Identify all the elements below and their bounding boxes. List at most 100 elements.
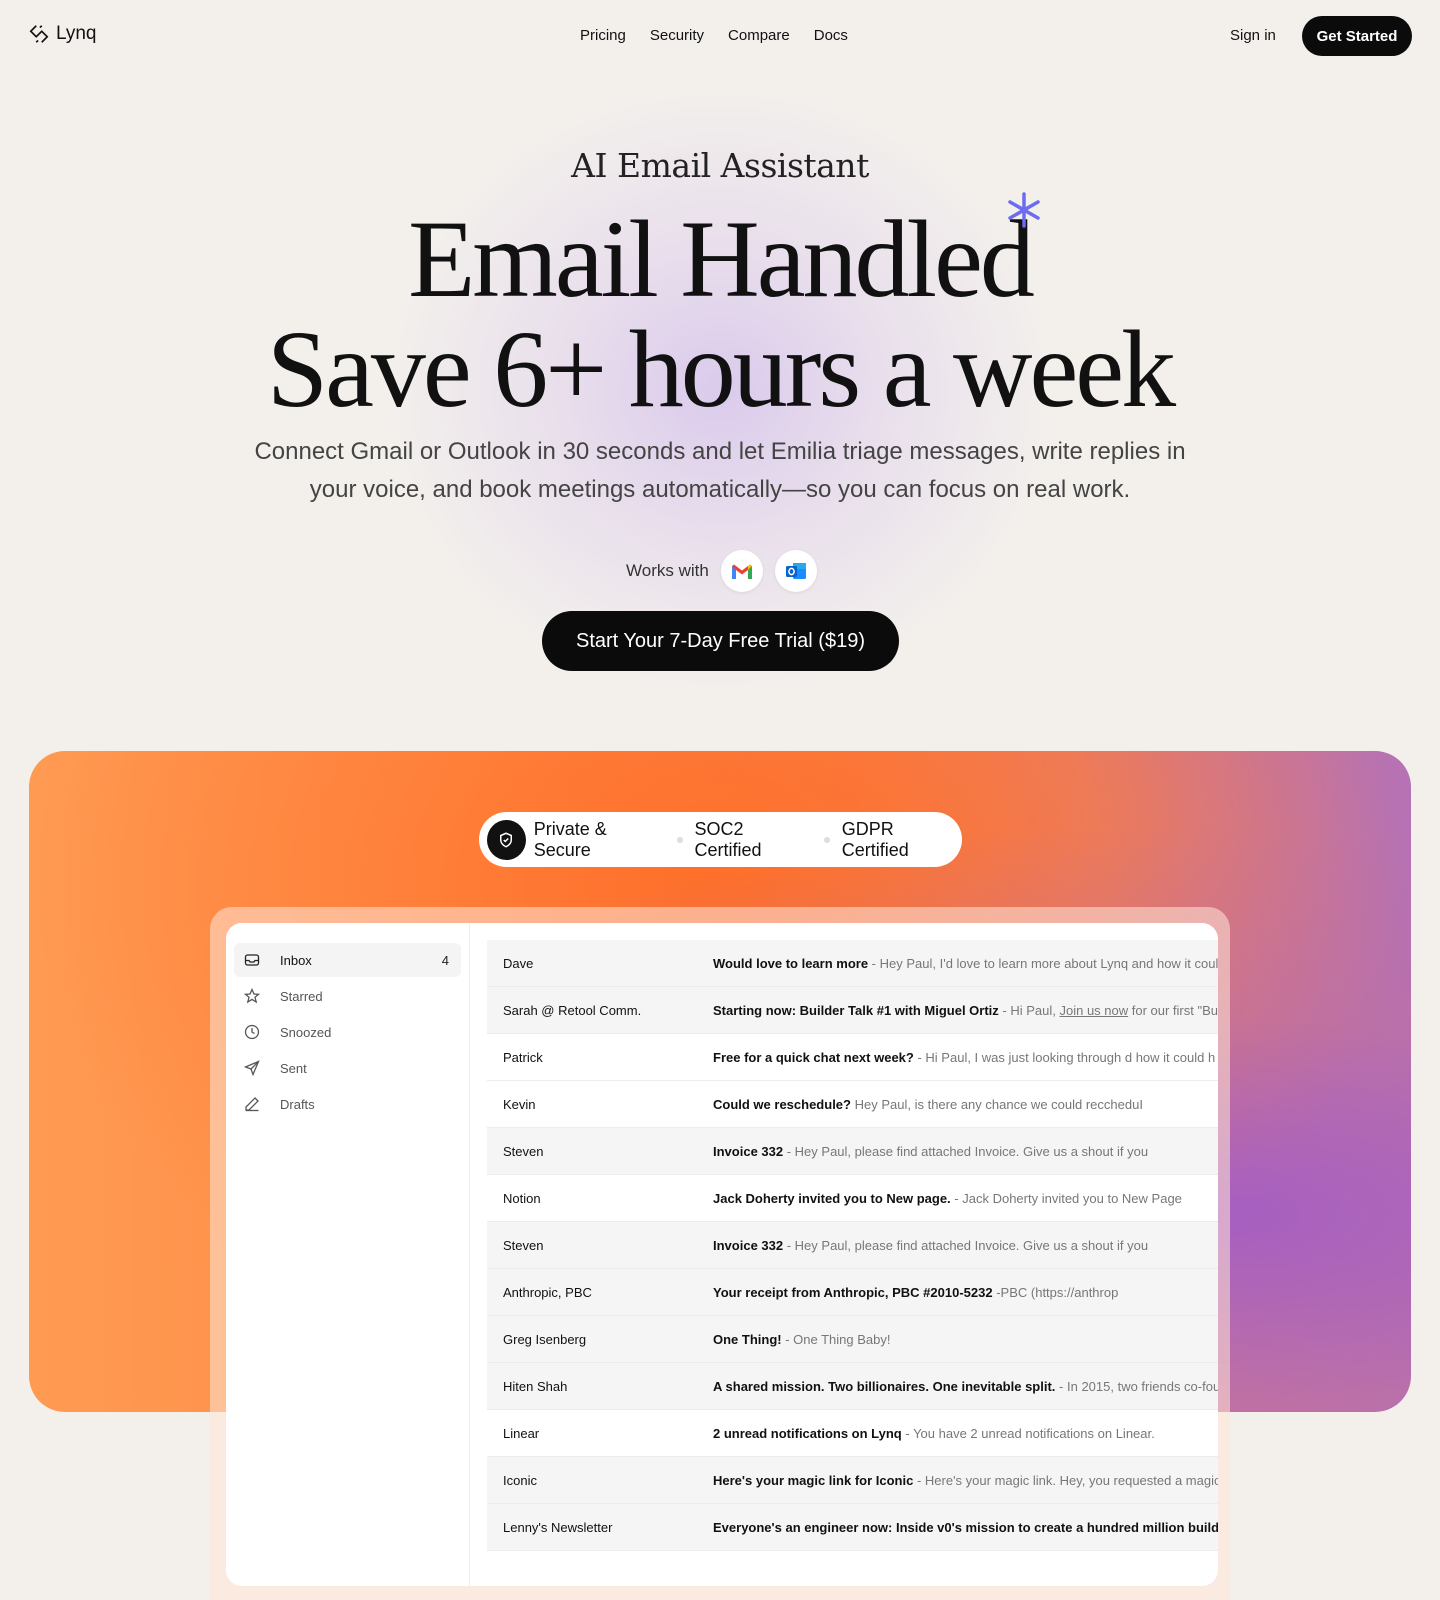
email-summary: Could we reschedule? Hey Paul, is there … (713, 1097, 1218, 1112)
email-preview: In 2015, two friends co-foun (1066, 1378, 1218, 1394)
join-us-link[interactable]: Join us now (1059, 1003, 1128, 1018)
email-subject: One Thing! (713, 1331, 782, 1347)
nav-link-security[interactable]: Security (650, 27, 704, 44)
works-with-label: Works with (626, 561, 709, 580)
email-summary: Your receipt from Anthropic, PBC #2010-5… (713, 1285, 1218, 1300)
email-subject: Free for a quick chat next week? (713, 1049, 914, 1065)
sidebar-item-sent[interactable]: Sent (234, 1051, 461, 1085)
email-subject: Could we reschedule? (713, 1096, 851, 1112)
email-separator: - (783, 1143, 795, 1159)
email-list: Dave Would love to learn more - Hey Paul… (487, 940, 1218, 1551)
trust-item-soc2: SOC2 Certified (694, 818, 762, 860)
email-separator: - (1055, 1378, 1067, 1394)
email-row[interactable]: Hiten Shah A shared mission. Two billion… (487, 1363, 1218, 1410)
sidebar-item-snoozed[interactable]: Snoozed (234, 1015, 461, 1049)
email-subject: A shared mission. Two billionaires. One … (713, 1378, 1056, 1394)
sidebar-item-label: Starred (280, 988, 323, 1004)
email-separator: - (868, 955, 880, 971)
sidebar-item-drafts[interactable]: Drafts (234, 1087, 461, 1121)
brand-logo[interactable]: Lynq (28, 22, 97, 46)
email-preview-after: for our first "Bui (1128, 1002, 1218, 1018)
get-started-button[interactable]: Get Started (1302, 16, 1412, 56)
email-sender: Sarah @ Retool Comm. (503, 1002, 642, 1018)
email-separator: - (992, 1284, 1001, 1300)
gmail-icon (720, 550, 763, 592)
email-separator: - (781, 1331, 794, 1347)
email-row[interactable]: Kevin Could we reschedule? Hey Paul, is … (487, 1081, 1218, 1128)
hero-eyebrow: AI Email Assistant (571, 146, 869, 185)
email-preview: Here's your magic link. Hey, you request… (924, 1472, 1218, 1488)
nav-link-pricing[interactable]: Pricing (580, 27, 626, 44)
hero-headline-2: Save 6+ hours a week (266, 308, 1176, 430)
email-row[interactable]: Anthropic, PBC Your receipt from Anthrop… (487, 1269, 1218, 1316)
email-preview: Jack Doherty invited you to New Page (962, 1190, 1182, 1206)
email-separator: - (901, 1425, 914, 1441)
start-trial-button[interactable]: Start Your 7-Day Free Trial ($19) (542, 611, 899, 671)
email-app-mock: Inbox 4 Starred Snoozed Sent Drafts Dave… (226, 923, 1218, 1586)
email-summary: Would love to learn more - Hey Paul, I'd… (713, 956, 1218, 971)
email-sender: Kevin (503, 1096, 536, 1112)
email-row[interactable]: Patrick Free for a quick chat next week?… (487, 1034, 1218, 1081)
email-summary: One Thing! - One Thing Baby! (713, 1332, 1218, 1347)
email-sender: Steven (503, 1143, 544, 1159)
email-row[interactable]: Steven Invoice 332 - Hey Paul, please fi… (487, 1128, 1218, 1175)
email-subject: 2 unread notifications on Lynq (713, 1425, 902, 1441)
email-row[interactable]: Dave Would love to learn more - Hey Paul… (487, 940, 1218, 987)
email-summary: A shared mission. Two billionaires. One … (713, 1379, 1218, 1394)
email-summary: Free for a quick chat next week? - Hi Pa… (713, 1050, 1218, 1065)
lynq-logo-icon (29, 25, 49, 43)
email-summary: 2 unread notifications on Lynq - You hav… (713, 1426, 1218, 1441)
pencil-icon (245, 1097, 259, 1112)
email-preview: You have 2 unread notifications on Linea… (913, 1425, 1155, 1441)
email-separator: - (950, 1190, 963, 1206)
separator-dot (676, 836, 683, 843)
email-sender: Iconic (503, 1472, 537, 1488)
email-preview: One Thing Baby! (793, 1331, 891, 1347)
email-summary: Invoice 332 - Hey Paul, please find atta… (713, 1238, 1218, 1253)
sidebar-item-label: Sent (280, 1060, 307, 1076)
email-subject: Here's your magic link for Iconic (713, 1472, 914, 1488)
nav-link-compare[interactable]: Compare (728, 27, 790, 44)
email-row[interactable]: Linear 2 unread notifications on Lynq - … (487, 1410, 1218, 1457)
email-subject: Jack Doherty invited you to New page. (713, 1190, 951, 1206)
trust-item-gdpr: GDPR Certified (841, 818, 909, 860)
sidebar-item-starred[interactable]: Starred (234, 979, 461, 1013)
mail-sidebar: Inbox 4 Starred Snoozed Sent Drafts (226, 923, 470, 1586)
hero-subhead-line-1: Connect Gmail or Outlook in 30 seconds a… (254, 438, 1186, 465)
email-row[interactable]: Lenny's Newsletter Everyone's an enginee… (487, 1504, 1218, 1551)
email-separator: - (783, 1237, 795, 1253)
email-sender: Patrick (503, 1049, 543, 1065)
sidebar-item-label: Snoozed (280, 1024, 332, 1040)
trust-item-private: Private & Secure (533, 818, 607, 860)
email-summary: Starting now: Builder Talk #1 with Migue… (713, 1003, 1218, 1018)
email-subject: Would love to learn more (713, 955, 869, 971)
email-row[interactable]: Sarah @ Retool Comm. Starting now: Build… (487, 987, 1218, 1034)
email-sender: Linear (503, 1425, 540, 1441)
send-icon (244, 1060, 260, 1076)
email-preview: Hey Paul, please find attached Invoice. … (794, 1143, 1149, 1159)
star-icon (244, 988, 260, 1004)
inbox-icon (244, 954, 260, 966)
nav-links: Pricing Security Compare Docs (580, 27, 848, 44)
sign-in-link[interactable]: Sign in (1230, 27, 1276, 44)
email-row[interactable]: Notion Jack Doherty invited you to New p… (487, 1175, 1218, 1222)
email-row[interactable]: Steven Invoice 332 - Hey Paul, please fi… (487, 1222, 1218, 1269)
email-subject: Everyone's an engineer now: Inside v0's … (713, 1519, 1218, 1535)
sidebar-item-inbox[interactable]: Inbox 4 (234, 943, 461, 977)
email-row[interactable]: Greg Isenberg One Thing! - One Thing Bab… (487, 1316, 1218, 1363)
sidebar-item-label: Inbox (280, 952, 312, 968)
brand-name: Lynq (56, 23, 97, 44)
nav-link-docs[interactable]: Docs (814, 27, 848, 44)
email-separator: - (998, 1002, 1011, 1018)
email-sender: Lenny's Newsletter (503, 1519, 613, 1535)
hero-headline-1: Email Handled (408, 198, 1035, 320)
asterisk-icon (1008, 192, 1040, 228)
email-sender: Steven (503, 1237, 544, 1253)
email-subject: Invoice 332 (713, 1237, 784, 1253)
email-row[interactable]: Iconic Here's your magic link for Iconic… (487, 1457, 1218, 1504)
separator-dot (823, 836, 830, 843)
email-separator: - (913, 1472, 925, 1488)
email-summary: Jack Doherty invited you to New page. - … (713, 1191, 1218, 1206)
clock-icon (244, 1024, 260, 1040)
email-sender: Dave (503, 955, 534, 971)
